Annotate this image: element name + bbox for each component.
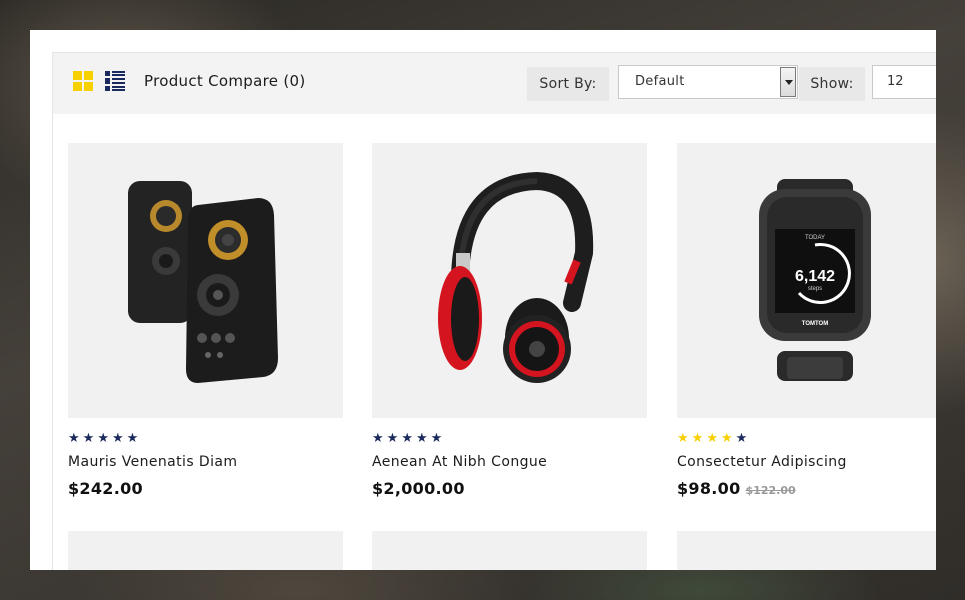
product-name[interactable]: Aenean At Nibh Congue	[372, 454, 647, 470]
price-row: $242.00	[68, 479, 343, 498]
show-label: Show:	[799, 67, 865, 101]
product-card: TODAY 6,142 steps TOMTOM ★ ★ ★ ★ ★ Conse…	[677, 143, 936, 498]
star-icon: ★	[111, 431, 124, 446]
star-icon: ★	[82, 431, 95, 446]
price-row: $2,000.00	[372, 479, 647, 498]
star-icon: ★	[126, 431, 139, 446]
product-compare-link[interactable]: Product Compare (0)	[144, 72, 305, 90]
sort-by-value: Default	[635, 74, 685, 89]
chevron-down-icon[interactable]	[780, 67, 796, 97]
watch-brand-label: TOMTOM	[802, 321, 828, 327]
sort-by-label: Sort By:	[527, 67, 609, 101]
star-icon: ★	[430, 431, 443, 446]
watch-today-label: TODAY	[805, 235, 825, 241]
product-price: $242.00	[68, 479, 143, 498]
star-icon: ★	[97, 431, 109, 446]
watch-steps-value: 6,142	[795, 268, 835, 285]
rating-stars: ★ ★ ★ ★ ★	[677, 432, 936, 446]
panel-divider	[52, 114, 53, 570]
product-price: $98.00	[677, 479, 741, 498]
product-name[interactable]: Consectetur Adipiscing	[677, 454, 936, 470]
rating-stars: ★ ★ ★ ★ ★	[68, 432, 343, 446]
smartwatch-illustration: TODAY 6,142 steps TOMTOM	[759, 179, 871, 381]
product-price: $2,000.00	[372, 479, 465, 498]
star-icon: ★	[415, 431, 428, 446]
product-card: ★ ★ ★ ★ ★ Mauris Venenatis Diam $242.00	[68, 143, 343, 498]
smartwatch-image[interactable]: TODAY 6,142 steps TOMTOM	[677, 143, 936, 418]
star-icon: ★	[691, 431, 704, 446]
show-limit-value: 12	[887, 74, 904, 89]
product-listing-panel: Product Compare (0) Sort By: Default Sho…	[30, 30, 936, 570]
rating-stars: ★ ★ ★ ★ ★	[372, 432, 647, 446]
show-limit-select[interactable]: 12	[872, 65, 936, 99]
headphones-illustration	[438, 171, 594, 383]
product-old-price: $122.00	[745, 484, 796, 497]
star-icon: ★	[386, 431, 399, 446]
speakers-image[interactable]	[68, 143, 343, 418]
product-card-partial	[68, 531, 343, 570]
product-card-partial	[677, 531, 936, 570]
product-card: ★ ★ ★ ★ ★ Aenean At Nibh Congue $2,000.0…	[372, 143, 647, 498]
star-icon: ★	[735, 431, 748, 446]
star-icon: ★	[372, 431, 384, 446]
grid-view-icon[interactable]	[73, 71, 93, 91]
list-view-icon[interactable]	[105, 71, 125, 91]
star-icon: ★	[677, 431, 689, 446]
listing-toolbar: Product Compare (0) Sort By: Default Sho…	[52, 52, 936, 114]
star-icon: ★	[706, 431, 718, 446]
product-card-partial	[372, 531, 647, 570]
watch-steps-unit: steps	[808, 286, 822, 292]
star-icon: ★	[401, 431, 413, 446]
star-icon: ★	[720, 431, 733, 446]
sort-by-select[interactable]: Default	[618, 65, 798, 99]
speakers-illustration	[128, 181, 278, 383]
star-icon: ★	[68, 431, 80, 446]
product-name[interactable]: Mauris Venenatis Diam	[68, 454, 343, 470]
headphones-image[interactable]	[372, 143, 647, 418]
price-row: $98.00 $122.00	[677, 479, 936, 498]
